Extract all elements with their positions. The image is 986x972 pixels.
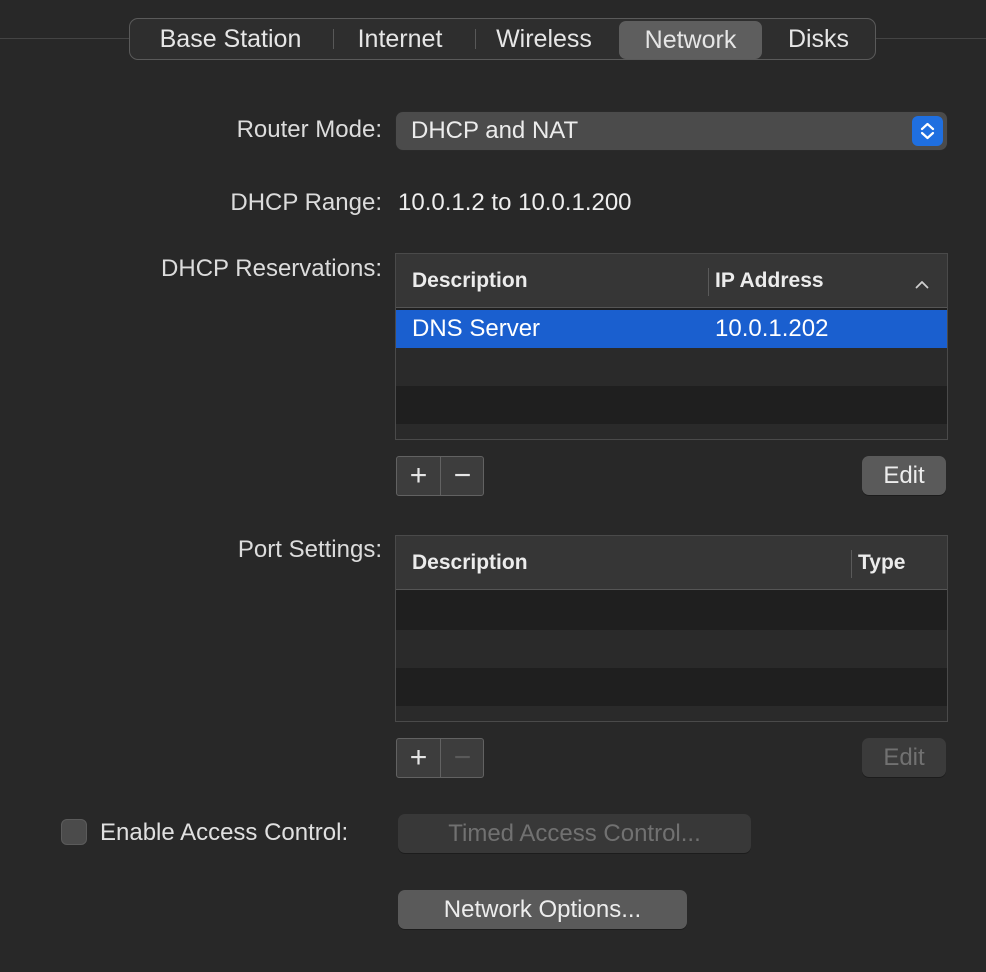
tab-wireless[interactable]: Wireless xyxy=(479,19,609,59)
column-header-description[interactable]: Description xyxy=(412,254,528,308)
remove-reservation-button[interactable]: − xyxy=(441,457,484,495)
edit-port-button[interactable]: Edit xyxy=(862,738,946,777)
tab-disks[interactable]: Disks xyxy=(767,19,870,59)
table-row-empty xyxy=(396,424,947,439)
edit-reservation-button[interactable]: Edit xyxy=(862,456,946,495)
tab-separator xyxy=(333,29,334,49)
row-description: DNS Server xyxy=(412,315,541,342)
toolbar-divider-right xyxy=(876,38,986,39)
column-header-type[interactable]: Type xyxy=(858,536,905,590)
chevron-up-icon xyxy=(915,276,929,294)
column-header-ip-address[interactable]: IP Address xyxy=(715,254,824,308)
dhcp-reservations-table: Description IP Address DNS Server 10.0.1… xyxy=(395,253,948,440)
network-options-button[interactable]: Network Options... xyxy=(398,890,687,929)
tab-bar: Base Station Internet Wireless Network D… xyxy=(129,18,876,60)
add-reservation-button[interactable]: + xyxy=(397,457,440,495)
router-mode-label: Router Mode: xyxy=(236,116,382,143)
port-add-remove: + − xyxy=(396,738,484,778)
column-separator[interactable] xyxy=(708,268,709,296)
table-row[interactable]: DNS Server 10.0.1.202 xyxy=(396,310,947,348)
enable-access-control-label: Enable Access Control: xyxy=(100,819,349,846)
dhcp-range-value: 10.0.1.2 to 10.0.1.200 xyxy=(398,189,632,216)
dhcp-range-label: DHCP Range: xyxy=(230,189,382,216)
tab-separator xyxy=(475,29,476,49)
dhcp-reservations-label: DHCP Reservations: xyxy=(161,255,382,282)
column-separator[interactable] xyxy=(851,550,852,578)
reservations-add-remove: + − xyxy=(396,456,484,496)
add-port-button[interactable]: + xyxy=(397,739,440,777)
port-settings-table: Description Type xyxy=(395,535,948,722)
table-header: Description IP Address xyxy=(396,254,947,308)
table-row-empty xyxy=(396,386,947,424)
remove-port-button[interactable]: − xyxy=(441,739,484,777)
table-row-empty xyxy=(396,668,947,706)
table-row-empty xyxy=(396,592,947,630)
column-header-description[interactable]: Description xyxy=(412,536,528,590)
router-mode-value: DHCP and NAT xyxy=(411,117,579,144)
table-header: Description Type xyxy=(396,536,947,590)
tab-internet[interactable]: Internet xyxy=(336,19,464,59)
port-settings-label: Port Settings: xyxy=(237,536,382,563)
row-ip-address: 10.0.1.202 xyxy=(715,315,829,342)
table-row-empty xyxy=(396,348,947,386)
table-row-empty xyxy=(396,706,947,721)
tab-network[interactable]: Network xyxy=(619,21,762,59)
enable-access-control-checkbox[interactable] xyxy=(61,819,87,845)
router-mode-popup[interactable]: DHCP and NAT xyxy=(396,112,947,150)
popup-stepper-icon xyxy=(912,116,943,146)
toolbar-divider-left xyxy=(0,38,129,39)
table-row-empty xyxy=(396,630,947,668)
timed-access-control-button[interactable]: Timed Access Control... xyxy=(398,814,751,853)
tab-base-station[interactable]: Base Station xyxy=(136,19,325,59)
